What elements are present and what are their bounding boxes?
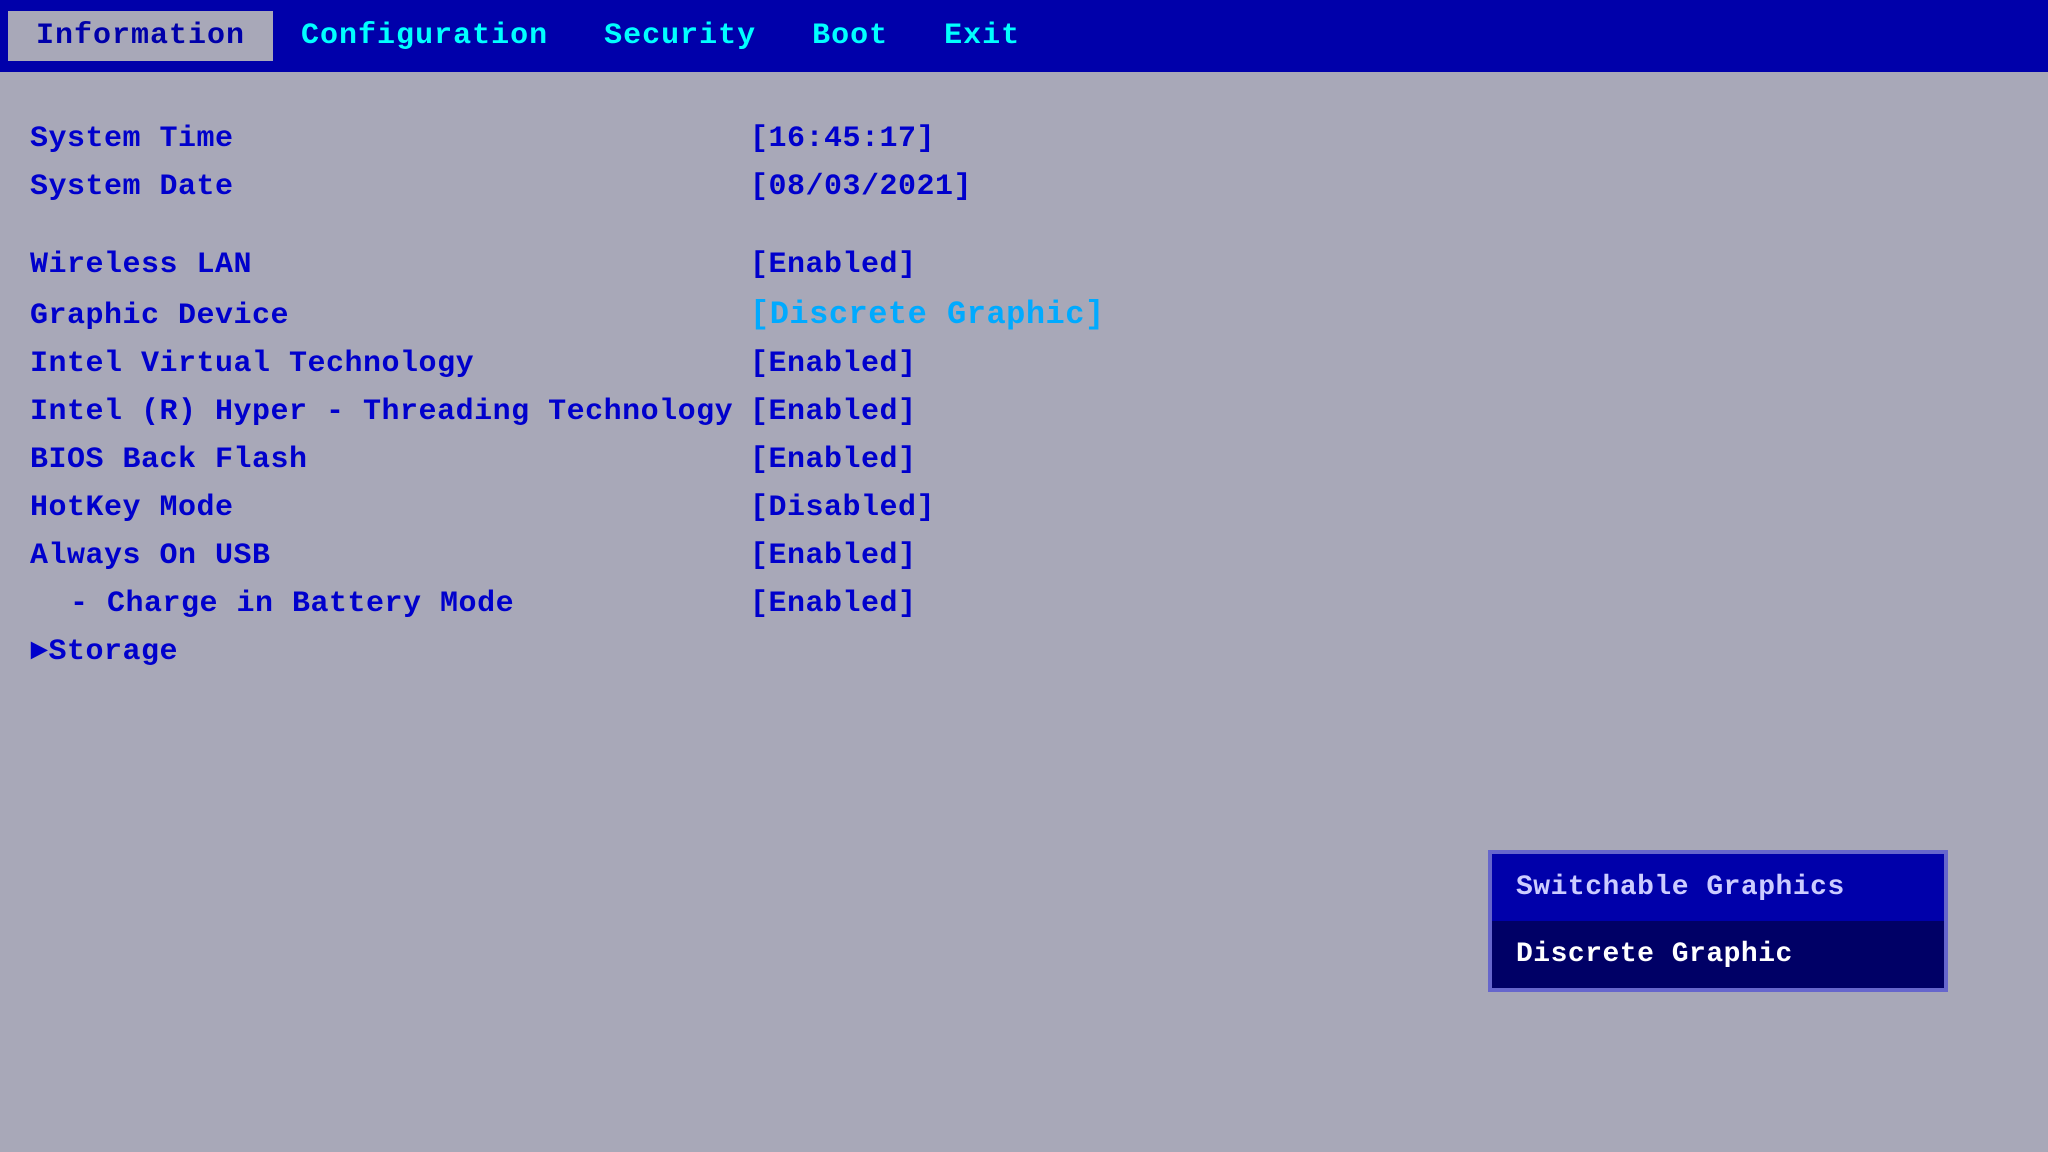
label-wireless-lan: Wireless LAN	[30, 248, 750, 282]
label-system-time: System Time	[30, 122, 750, 156]
dropdown-option-discrete[interactable]: Discrete Graphic	[1492, 921, 1944, 988]
settings-row-hotkey-mode: HotKey Mode [Disabled]	[30, 491, 2018, 525]
nav-bar: Information Configuration Security Boot …	[0, 0, 2048, 72]
value-system-date[interactable]: [08/03/2021]	[750, 170, 972, 204]
label-graphic-device: Graphic Device	[30, 299, 750, 333]
value-graphic-device[interactable]: [Discrete Graphic]	[750, 296, 1105, 333]
label-intel-vt: Intel Virtual Technology	[30, 347, 750, 381]
dropdown-popup: Switchable Graphics Discrete Graphic	[1488, 850, 1948, 992]
settings-row-system-date: System Date [08/03/2021]	[30, 170, 2018, 204]
label-hotkey-mode: HotKey Mode	[30, 491, 750, 525]
settings-table: System Time [16:45:17] System Date [08/0…	[30, 122, 2018, 669]
settings-row-wireless-lan: Wireless LAN [Enabled]	[30, 248, 2018, 282]
settings-row-storage: ►Storage	[30, 635, 2018, 669]
nav-item-exit[interactable]: Exit	[916, 11, 1048, 61]
value-charge-battery[interactable]: [Enabled]	[750, 587, 917, 621]
label-charge-battery: - Charge in Battery Mode	[30, 587, 750, 621]
settings-row-always-on-usb: Always On USB [Enabled]	[30, 539, 2018, 573]
label-always-on-usb: Always On USB	[30, 539, 750, 573]
settings-row-system-time: System Time [16:45:17]	[30, 122, 2018, 156]
settings-row-bios-back-flash: BIOS Back Flash [Enabled]	[30, 443, 2018, 477]
label-system-date: System Date	[30, 170, 750, 204]
nav-item-configuration[interactable]: Configuration	[273, 11, 576, 61]
label-intel-ht: Intel (R) Hyper - Threading Technology	[30, 395, 750, 429]
value-wireless-lan[interactable]: [Enabled]	[750, 248, 917, 282]
value-hotkey-mode[interactable]: [Disabled]	[750, 491, 935, 525]
label-storage[interactable]: ►Storage	[30, 635, 750, 669]
settings-row-intel-ht: Intel (R) Hyper - Threading Technology […	[30, 395, 2018, 429]
value-intel-ht[interactable]: [Enabled]	[750, 395, 917, 429]
settings-row-intel-vt: Intel Virtual Technology [Enabled]	[30, 347, 2018, 381]
nav-item-information[interactable]: Information	[8, 11, 273, 61]
value-always-on-usb[interactable]: [Enabled]	[750, 539, 917, 573]
value-system-time[interactable]: [16:45:17]	[750, 122, 935, 156]
spacer-1	[30, 218, 2018, 248]
nav-item-boot[interactable]: Boot	[784, 11, 916, 61]
value-intel-vt[interactable]: [Enabled]	[750, 347, 917, 381]
value-bios-back-flash[interactable]: [Enabled]	[750, 443, 917, 477]
settings-row-charge-battery: - Charge in Battery Mode [Enabled]	[30, 587, 2018, 621]
nav-item-security[interactable]: Security	[576, 11, 784, 61]
dropdown-option-switchable[interactable]: Switchable Graphics	[1492, 854, 1944, 921]
settings-row-graphic-device: Graphic Device [Discrete Graphic]	[30, 296, 2018, 333]
label-bios-back-flash: BIOS Back Flash	[30, 443, 750, 477]
